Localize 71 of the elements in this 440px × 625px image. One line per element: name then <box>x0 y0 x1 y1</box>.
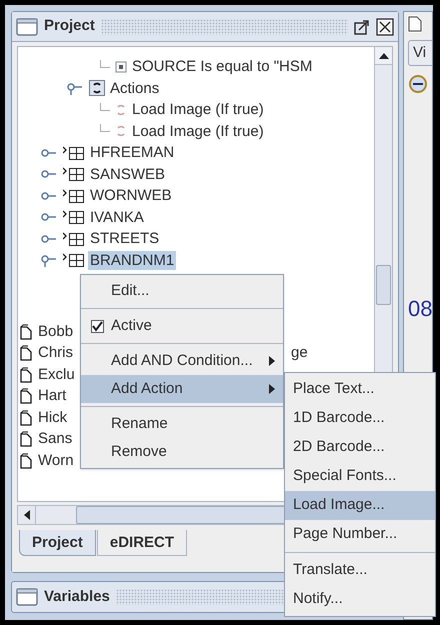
left-arrow-icon <box>24 510 30 520</box>
table-icon <box>63 167 85 182</box>
menu-item[interactable]: 1D Barcode... <box>285 404 435 433</box>
file-item[interactable]: Hart <box>38 385 66 408</box>
window-icon <box>16 588 38 606</box>
menu-item[interactable]: Remove <box>81 438 283 466</box>
panel-title: Variables <box>44 586 110 607</box>
tree-item[interactable]: IVANKA <box>88 208 146 227</box>
file-item-text: ge <box>291 343 308 363</box>
table-icon <box>63 253 85 268</box>
file-item[interactable]: Exclu <box>38 364 75 386</box>
tree-item[interactable]: Load Image (If true) <box>130 122 266 141</box>
file-item[interactable]: Worn <box>38 450 74 472</box>
document-icon <box>408 16 422 32</box>
tree-item[interactable]: WORNWEB <box>88 186 174 206</box>
menu-item[interactable]: Page Number... <box>285 520 435 549</box>
panel-title: Project <box>44 16 95 36</box>
menu-item[interactable]: Load Image... <box>285 491 435 520</box>
document-icon <box>20 324 32 340</box>
tree-item[interactable]: Actions <box>108 78 162 98</box>
close-icon[interactable] <box>376 18 394 36</box>
float-icon[interactable] <box>354 18 370 34</box>
actions-icon <box>89 80 105 96</box>
tree-item[interactable]: BRANDNM1 <box>88 250 176 270</box>
menu-item[interactable]: Special Fonts... <box>285 462 435 491</box>
document-icon <box>20 410 32 426</box>
tree-connector-icon <box>100 124 110 132</box>
menu-item[interactable]: Translate... <box>285 556 435 585</box>
menu-item[interactable]: Edit... <box>81 277 283 305</box>
view-button[interactable]: Vi <box>408 40 432 66</box>
table-icon <box>63 210 85 224</box>
scroll-thumb[interactable] <box>376 265 391 305</box>
cycle-icon <box>115 104 127 116</box>
file-item[interactable]: Sans <box>38 428 72 450</box>
window-icon <box>16 18 38 36</box>
up-arrow-icon <box>378 52 388 58</box>
menu-item[interactable]: Add AND Condition... <box>81 347 283 375</box>
menu-item[interactable]: Active <box>81 312 283 340</box>
tree-item[interactable]: SOURCE Is equal to "HSM <box>130 57 314 76</box>
table-icon <box>63 188 85 203</box>
tree-item[interactable]: Load Image (If true) <box>130 100 266 120</box>
table-icon <box>63 232 85 246</box>
menu-item[interactable]: Rename <box>81 410 283 438</box>
submenu-arrow-icon <box>269 384 275 394</box>
scroll-up-button[interactable] <box>375 47 392 65</box>
file-item[interactable]: Hick <box>38 406 68 429</box>
ruler-label: 08 <box>408 298 432 320</box>
file-item[interactable]: Chris <box>38 342 74 364</box>
file-item[interactable]: Bobb <box>38 320 74 343</box>
tree-connector-icon <box>100 102 110 111</box>
document-icon <box>20 452 32 469</box>
checked-checkbox-icon <box>91 320 104 332</box>
menu-item[interactable]: Add Action <box>81 375 283 403</box>
condition-icon <box>115 60 127 73</box>
tree-item[interactable]: SANSWEB <box>88 164 168 184</box>
document-icon <box>20 345 32 362</box>
tree-connector-icon <box>100 60 110 68</box>
tab[interactable]: Project <box>19 530 96 556</box>
cycle-icon <box>115 125 127 138</box>
menu-item[interactable]: Place Text... <box>285 375 435 404</box>
tree-item[interactable]: STREETS <box>88 229 162 248</box>
document-icon <box>20 388 32 404</box>
document-icon <box>20 366 32 383</box>
tree-item[interactable]: HFREEMAN <box>88 143 176 162</box>
table-icon <box>63 146 85 160</box>
document-icon <box>20 431 32 448</box>
submenu-arrow-icon <box>269 356 275 366</box>
zoom-out-icon[interactable] <box>408 74 428 94</box>
menu-item[interactable]: Notify... <box>285 585 435 614</box>
tab[interactable]: eDIRECT <box>96 530 188 556</box>
menu-item[interactable]: 2D Barcode... <box>285 433 435 462</box>
